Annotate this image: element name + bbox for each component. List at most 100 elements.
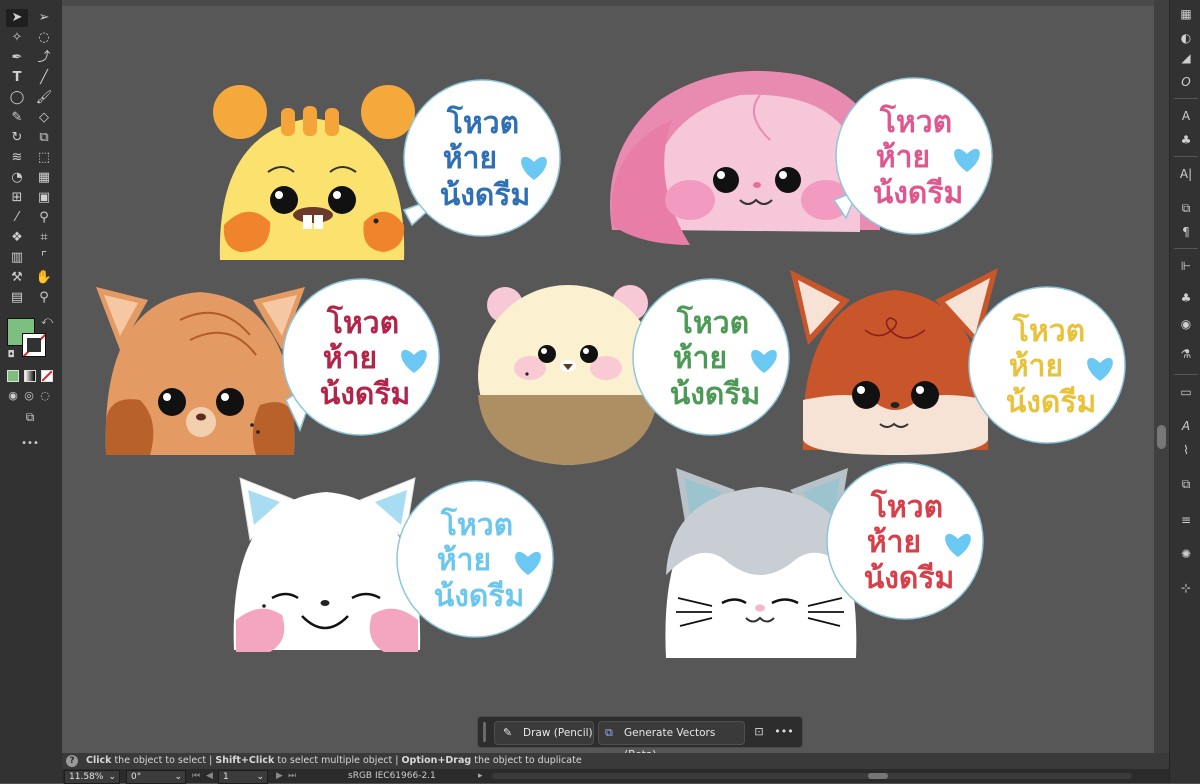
none-mode-icon[interactable]	[41, 370, 53, 382]
symbol-sprayer-tool-icon[interactable]: ❖	[6, 229, 28, 247]
lasso-tool-icon[interactable]: ◌	[33, 29, 55, 47]
svg-text:ห้าย: ห้าย	[876, 140, 930, 175]
sticker-text-line3: น้งดรีม	[440, 178, 531, 213]
character-styles-panel-icon[interactable]: A	[1177, 108, 1195, 124]
pencil-icon: ✎	[503, 726, 513, 739]
curvature-tool-icon[interactable]: ⤴	[33, 49, 55, 67]
zoom-field[interactable]: 11.58% ⌄	[64, 770, 120, 784]
sticker-text-line2: ห้าย	[443, 141, 497, 176]
draw-pencil-button[interactable]: ✎ Draw (Pencil)	[494, 721, 594, 745]
align-panel-icon[interactable]: ⊩	[1177, 258, 1195, 274]
color-guide-panel-icon[interactable]: ◐	[1177, 30, 1195, 46]
draw-inside-icon[interactable]: ◌	[34, 387, 56, 405]
line-tool-icon[interactable]: ╱	[33, 69, 55, 87]
dock-divider	[1174, 98, 1198, 99]
svg-text:โหวต: โหวต	[676, 304, 749, 341]
svg-text:น้งดรีม: น้งดรีม	[1006, 385, 1097, 420]
slice-tool-icon[interactable]: ⌗	[33, 229, 55, 247]
bear-sticker: โหวต ห้าย น้งดรีม	[478, 278, 790, 465]
horizontal-scrollbar[interactable]	[492, 773, 1132, 779]
paragraph-panel-icon[interactable]: ¶	[1177, 224, 1195, 240]
help-icon[interactable]: ?	[66, 755, 78, 767]
gradient-panel-icon[interactable]: ◢	[1177, 50, 1195, 66]
white-cat-sticker: โหวต ห้าย น้งดรีม	[233, 477, 554, 652]
swap-fill-stroke-icon[interactable]: ⤺	[36, 312, 58, 330]
gradient-mode-icon[interactable]	[24, 370, 36, 382]
horizontal-scroll-thumb[interactable]	[868, 773, 888, 779]
stroke-panel-icon[interactable]: ▭	[1177, 384, 1195, 400]
character-panel-icon[interactable]: A|	[1177, 166, 1195, 182]
ellipse-tool-icon[interactable]: ◯	[6, 89, 28, 107]
artboards-panel-icon[interactable]: ⧉	[1177, 476, 1195, 492]
edit-toolbar-button[interactable]: •••	[19, 435, 41, 453]
generate-vectors-button[interactable]: ⧉ Generate Vectors (Beta)	[598, 721, 745, 761]
svg-text:โหวต: โหวต	[1012, 312, 1085, 349]
next-artboard-icon[interactable]: ▶	[276, 769, 283, 783]
eyedropper-tool-icon[interactable]: ⁄	[6, 209, 28, 227]
selection-tool-icon[interactable]: ➤	[6, 9, 28, 27]
glyphs-panel-icon[interactable]: A	[1177, 418, 1195, 434]
status-bar: 11.58% ⌄ 0° ⌄ ⏮ ◀ 1 ⌄ ▶ ⏭ sRGB IEC61966-2.1…	[62, 769, 1200, 784]
screen-mode-icon[interactable]: ⧉	[19, 408, 41, 426]
svg-text:โหวต: โหวต	[870, 488, 943, 525]
svg-text:น้งดรีม: น้งดรีม	[320, 377, 411, 412]
color-mode-icon[interactable]	[7, 370, 19, 382]
first-artboard-icon[interactable]: ⏮	[192, 769, 200, 783]
brushes-panel-icon[interactable]: ✺	[1177, 546, 1195, 562]
prev-artboard-icon[interactable]: ◀	[206, 769, 213, 783]
libraries-panel-icon[interactable]: ▦	[1177, 6, 1195, 22]
properties-icon[interactable]: ⊡	[751, 724, 767, 740]
hint-text: Click the object to select | Shift+Click…	[86, 755, 582, 766]
perspective-tool-icon[interactable]: ⚒	[6, 269, 28, 287]
shape-builder-tool-icon[interactable]: ◔	[6, 169, 28, 187]
free-transform-tool-icon[interactable]: ⬚	[33, 149, 55, 167]
pen-tool-icon[interactable]: ✒	[6, 49, 28, 67]
tools-panel: ➤ ➢ ✧ ◌ ✒ ⤴ T ╱ ◯ 🖌︎ ✎ ◇ ↻ ⧉ ≋ ⬚ ◔ ▦ ⊞ ▣…	[0, 0, 63, 783]
stroke-swatch[interactable]	[22, 333, 46, 357]
artboard-field[interactable]: 1 ⌄	[218, 770, 268, 784]
transform-panel-icon[interactable]: ⌇	[1177, 442, 1195, 458]
gradient-tool-icon[interactable]: ▣	[33, 189, 55, 207]
type-tool-icon[interactable]: T	[6, 69, 28, 87]
stickers-artwork: โหวต ห้าย น้งดรีม โหวต ห้าย น้งดรีม โหวต…	[96, 70, 1126, 658]
default-fill-stroke-icon[interactable]: ◘	[0, 346, 22, 364]
eraser-tool-icon[interactable]: ◇	[33, 109, 55, 127]
zoom-tool-icon[interactable]: ⚲	[33, 289, 55, 307]
artboard-tool-icon[interactable]: ⌜	[33, 249, 55, 267]
status-menu-icon[interactable]: ▸	[478, 769, 483, 783]
perspective-grid-tool-icon[interactable]: ▦	[33, 169, 55, 187]
opentype-panel-icon[interactable]: O	[1177, 74, 1195, 90]
column-graph-tool-icon[interactable]: ▥	[6, 249, 28, 267]
hand-tool-icon[interactable]: ✋	[33, 269, 55, 287]
appearance-panel-icon[interactable]: ◉	[1177, 316, 1195, 332]
vertical-scrollbar[interactable]	[1154, 0, 1169, 753]
svg-text:โหวต: โหวต	[879, 103, 952, 140]
rotate-tool-icon[interactable]: ↻	[6, 129, 28, 147]
more-options-button[interactable]: •••	[774, 724, 794, 740]
pathfinder-panel-icon[interactable]: ⧉	[1177, 200, 1195, 216]
mesh-tool-icon[interactable]: ⊞	[6, 189, 28, 207]
magic-wand-tool-icon[interactable]: ✧	[6, 29, 28, 47]
svg-text:โหวต: โหวต	[326, 304, 399, 341]
paintbrush-tool-icon[interactable]: 🖌︎	[33, 89, 55, 107]
artboard-canvas[interactable]: โหวต ห้าย น้งดรีม โหวต ห้าย น้งดรีม โหวต…	[62, 0, 1169, 753]
vertical-scroll-thumb[interactable]	[1157, 425, 1166, 449]
symbols-sprayer-panel-icon[interactable]: ♣	[1177, 290, 1195, 306]
layers-panel-icon[interactable]: ≡	[1177, 512, 1195, 528]
rotation-field[interactable]: 0° ⌄	[126, 770, 186, 784]
dock-divider	[1174, 248, 1198, 249]
width-tool-icon[interactable]: ≋	[6, 149, 28, 167]
last-artboard-icon[interactable]: ⏭	[288, 769, 296, 783]
symbols-panel-icon[interactable]: ♣	[1177, 132, 1195, 148]
panel-dock: ▦ ◐ ◢ O A ♣ A| ⧉ ¶ ⊩ ♣ ◉ ⚗ ▭ A ⌇ ⧉ ≡ ✺ ⊹	[1169, 0, 1200, 783]
fox-sticker: โหวต ห้าย น้งดรีม	[790, 268, 1126, 455]
pencil-tool-icon[interactable]: ✎	[6, 109, 28, 127]
drag-handle[interactable]	[483, 722, 486, 742]
asset-export-panel-icon[interactable]: ⊹	[1177, 580, 1195, 596]
scale-tool-icon[interactable]: ⧉	[33, 129, 55, 147]
gray-cat-sticker: โหวต ห้าย น้งดรีม	[665, 462, 984, 658]
graphic-styles-panel-icon[interactable]: ⚗	[1177, 346, 1195, 362]
zoom-search-tool-icon[interactable]: ▤	[6, 289, 28, 307]
blend-tool-icon[interactable]: ⚲	[33, 209, 55, 227]
direct-selection-tool-icon[interactable]: ➢	[33, 9, 55, 27]
